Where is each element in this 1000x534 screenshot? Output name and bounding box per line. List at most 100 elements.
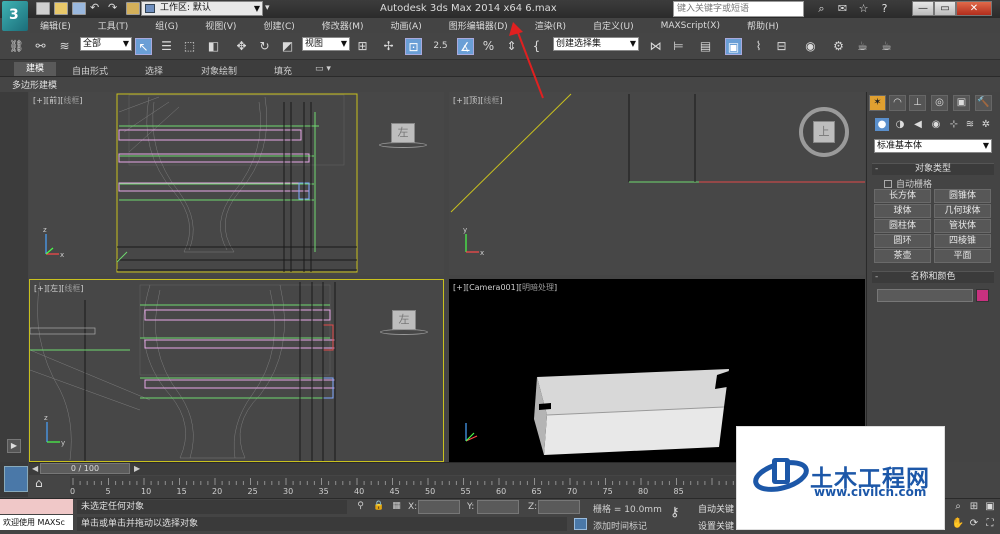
select-manipulate-icon[interactable]: ✢ bbox=[380, 38, 397, 55]
mirror-icon[interactable]: ⋈ bbox=[647, 38, 664, 55]
menu-views[interactable]: 视图(V) bbox=[205, 19, 236, 32]
menu-create[interactable]: 创建(C) bbox=[263, 19, 294, 32]
cameras-icon[interactable]: ◉ bbox=[929, 118, 943, 131]
cylinder-button[interactable]: 圆柱体 bbox=[874, 219, 931, 233]
ribbon-tab-modeling[interactable]: 建模 bbox=[14, 62, 56, 76]
zoom-icon[interactable]: ⌕ bbox=[951, 500, 965, 514]
maximize-button[interactable]: ▭ bbox=[934, 1, 956, 16]
subscription-icon[interactable]: ✉ bbox=[835, 2, 850, 16]
viewcube[interactable]: 左 bbox=[391, 123, 415, 143]
rect-selection-icon[interactable]: ⬚ bbox=[181, 38, 198, 55]
lock-selection-icon[interactable]: 🔒 bbox=[373, 501, 384, 512]
redo-icon[interactable]: ↷ bbox=[108, 2, 122, 15]
menu-graph-editors[interactable]: 图形编辑器(D) bbox=[449, 19, 508, 32]
render-frame-icon[interactable]: ☕ bbox=[854, 38, 871, 55]
modify-tab-icon[interactable]: ◠ bbox=[889, 95, 906, 111]
new-file-icon[interactable] bbox=[36, 2, 50, 15]
orbit-icon[interactable]: ⟳ bbox=[967, 517, 981, 531]
menu-edit[interactable]: 编辑(E) bbox=[40, 19, 71, 32]
time-tag-icon[interactable] bbox=[574, 518, 587, 530]
set-key-button[interactable]: 设置关键 bbox=[698, 519, 734, 532]
unlink-icon[interactable]: ⚯ bbox=[32, 38, 49, 55]
curve-editor-icon[interactable]: ⌇ bbox=[750, 38, 767, 55]
geometry-icon[interactable]: ● bbox=[875, 118, 889, 131]
viewcube-ring[interactable] bbox=[380, 329, 428, 335]
primitive-category-dropdown[interactable]: 标准基本体 ▼ bbox=[874, 139, 992, 153]
save-file-icon[interactable] bbox=[72, 2, 86, 15]
object-name-input[interactable] bbox=[877, 289, 973, 302]
rotate-icon[interactable]: ↻ bbox=[256, 38, 273, 55]
undo-icon[interactable]: ↶ bbox=[90, 2, 104, 15]
window-crossing-icon[interactable]: ◧ bbox=[205, 38, 222, 55]
display-tab-icon[interactable]: ▣ bbox=[953, 95, 970, 111]
viewport-front[interactable]: [+][前][线框] z x 左 bbox=[29, 92, 444, 275]
shapes-icon[interactable]: ◑ bbox=[893, 118, 907, 131]
zoom-all-icon[interactable]: ⊞ bbox=[967, 500, 981, 514]
menu-modifiers[interactable]: 修改器(M) bbox=[322, 19, 364, 32]
zoom-extents-icon[interactable]: ▣ bbox=[983, 500, 997, 514]
teapot-button[interactable]: 茶壶 bbox=[874, 249, 931, 263]
ribbon-tab-object-paint[interactable]: 对象绘制 bbox=[201, 64, 237, 77]
open-file-icon[interactable] bbox=[54, 2, 68, 15]
name-color-rollout[interactable]: - 名称和颜色 bbox=[872, 271, 994, 283]
torus-button[interactable]: 圆环 bbox=[874, 234, 931, 248]
reference-coord-dropdown[interactable]: 视图 ▼ bbox=[302, 37, 350, 51]
render-production-icon[interactable]: ☕ bbox=[878, 38, 895, 55]
time-slider[interactable] bbox=[29, 462, 839, 475]
helpers-icon[interactable]: ⊹ bbox=[947, 118, 961, 131]
plane-button[interactable]: 平面 bbox=[934, 249, 991, 263]
scale-icon[interactable]: ◩ bbox=[279, 38, 296, 55]
align-icon[interactable]: ⊨ bbox=[670, 38, 687, 55]
select-by-name-icon[interactable]: ☰ bbox=[158, 38, 175, 55]
graphite-toolbar-icon[interactable]: ▣ bbox=[725, 38, 742, 55]
lights-icon[interactable]: ◀ bbox=[911, 118, 925, 131]
time-slider-thumb[interactable]: 0 / 100 bbox=[40, 463, 130, 474]
menu-help[interactable]: 帮助(H) bbox=[747, 19, 779, 32]
ribbon-tab-freeform[interactable]: 自由形式 bbox=[72, 64, 108, 77]
add-time-tag-button[interactable]: 添加时间标记 bbox=[593, 519, 647, 532]
box-button[interactable]: 长方体 bbox=[874, 189, 931, 203]
motion-tab-icon[interactable]: ◎ bbox=[931, 95, 948, 111]
menu-tools[interactable]: 工具(T) bbox=[98, 19, 129, 32]
pivot-center-icon[interactable]: ⊞ bbox=[354, 38, 371, 55]
app-menu-button[interactable]: 3 bbox=[2, 1, 28, 31]
z-coord-input[interactable] bbox=[538, 500, 580, 514]
layer-manager-icon[interactable]: ▤ bbox=[697, 38, 714, 55]
sphere-button[interactable]: 球体 bbox=[874, 204, 931, 218]
menu-customize[interactable]: 自定义(U) bbox=[593, 19, 634, 32]
spacewarps-icon[interactable]: ≋ bbox=[963, 118, 977, 131]
maxscript-listener-output[interactable] bbox=[0, 499, 73, 514]
object-type-rollout[interactable]: - 对象类型 bbox=[872, 163, 994, 175]
menu-animation[interactable]: 动画(A) bbox=[391, 19, 422, 32]
create-tab-icon[interactable]: ✶ bbox=[869, 95, 886, 111]
mini-curve-editor-button[interactable] bbox=[4, 466, 28, 492]
snap-toggle-icon[interactable]: 2.5 bbox=[432, 38, 449, 55]
auto-key-button[interactable]: 自动关键 bbox=[698, 502, 734, 515]
render-setup-icon[interactable]: ⚙ bbox=[830, 38, 847, 55]
binoculars-icon[interactable]: ⌕ bbox=[814, 2, 829, 16]
link-icon[interactable]: ⛓ bbox=[8, 38, 25, 55]
workspace-dropdown[interactable]: 工作区: 默认 ▼ bbox=[141, 1, 263, 16]
menu-group[interactable]: 组(G) bbox=[155, 19, 178, 32]
keyboard-shortcut-override-icon[interactable]: ⊡ bbox=[405, 38, 422, 55]
help-search-input[interactable]: 键入关键字或短语 bbox=[673, 1, 804, 17]
utilities-tab-icon[interactable]: 🔨 bbox=[975, 95, 992, 111]
pan-icon[interactable]: ✋ bbox=[951, 517, 965, 531]
hierarchy-tab-icon[interactable]: ⊥ bbox=[909, 95, 926, 111]
project-folder-icon[interactable] bbox=[126, 2, 140, 15]
viewcube[interactable]: 左 bbox=[392, 310, 416, 330]
object-color-swatch[interactable] bbox=[976, 289, 989, 302]
viewport-top[interactable]: [+][顶][线框] y x 上 bbox=[449, 92, 865, 275]
close-button[interactable]: ✕ bbox=[956, 1, 992, 16]
set-key-icon[interactable]: ⚷ bbox=[670, 505, 690, 520]
bind-spacewarp-icon[interactable]: ≋ bbox=[56, 38, 73, 55]
pin-icon[interactable]: ⚲ bbox=[355, 501, 366, 512]
maximize-viewport-icon[interactable]: ⛶ bbox=[983, 517, 997, 531]
expand-icon[interactable]: ▶ bbox=[7, 439, 21, 453]
help-icon[interactable]: ? bbox=[877, 2, 892, 16]
select-object-icon[interactable]: ↖ bbox=[135, 38, 152, 55]
viewport-left[interactable]: [+][左][线框] z y 左 bbox=[29, 279, 444, 462]
geosphere-button[interactable]: 几何球体 bbox=[934, 204, 991, 218]
menu-maxscript[interactable]: MAXScript(X) bbox=[661, 21, 720, 31]
maxscript-listener-input[interactable]: 欢迎使用 MAXSc bbox=[0, 515, 73, 530]
